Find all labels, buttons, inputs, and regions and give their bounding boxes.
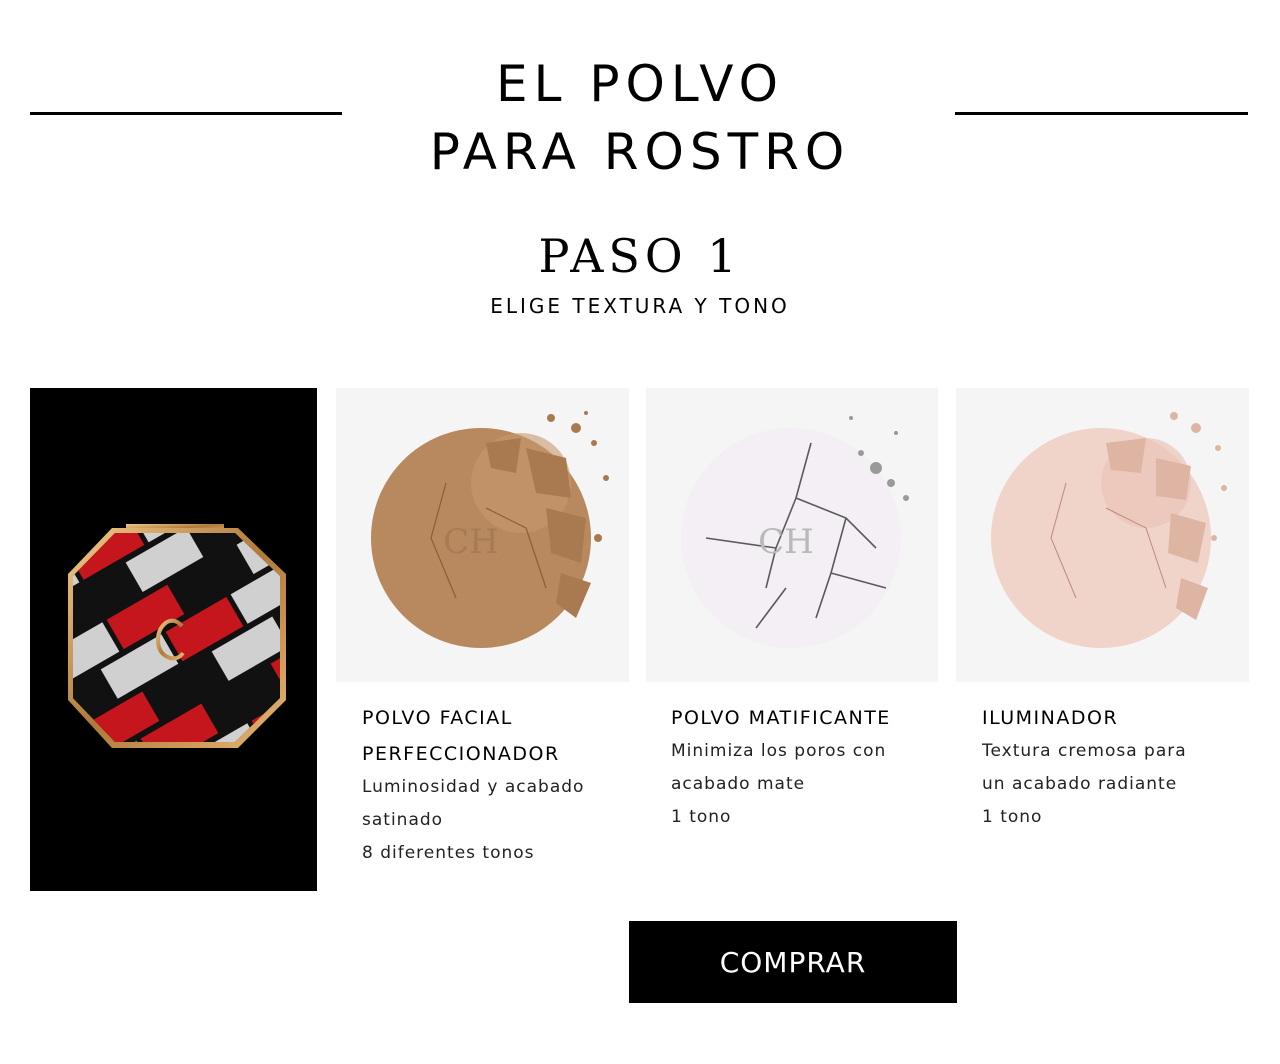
page-title-line-1: EL POLVO <box>496 55 784 113</box>
step-title: PASO 1 <box>538 229 742 283</box>
product-image-polvo-facial[interactable]: CH <box>336 388 629 682</box>
product-tones-polvo-facial: 8 diferentes tonos <box>362 843 535 863</box>
svg-text:CH: CH <box>758 522 814 562</box>
product-description-line-1: Luminosidad y acabado <box>362 777 585 797</box>
product-description-line-2: un acabado radiante <box>982 774 1178 794</box>
page-title-line-2: PARA ROSTRO <box>429 123 851 181</box>
page-title: EL POLVO PARA ROSTRO <box>340 50 940 186</box>
product-description-line-1: Textura cremosa para <box>982 741 1187 761</box>
compact-illustration <box>68 524 286 748</box>
product-description-line-2: acabado mate <box>671 774 806 794</box>
header-divider-left <box>30 112 342 115</box>
buy-button[interactable]: COMPRAR <box>629 921 957 1003</box>
product-title-line-1: POLVO FACIAL <box>362 707 513 729</box>
powder-swatch-tan: CH <box>371 411 609 648</box>
product-tones-iluminador: 1 tono <box>982 807 1043 827</box>
product-image-polvo-matificante[interactable]: CH <box>646 388 938 682</box>
product-title-line-2: PERFECCIONADOR <box>362 743 560 765</box>
compact-hero-image <box>30 388 317 891</box>
svg-text:CH: CH <box>443 522 499 562</box>
product-description-line-2: satinado <box>362 810 444 830</box>
product-image-iluminador[interactable] <box>956 388 1249 682</box>
step-subtitle: ELIGE TEXTURA Y TONO <box>490 294 790 318</box>
product-title-iluminador[interactable]: ILUMINADOR <box>982 700 1252 736</box>
product-description-iluminador: Textura cremosa para un acabado radiante <box>982 735 1232 801</box>
product-title-polvo-matificante[interactable]: POLVO MATIFICANTE <box>671 700 941 736</box>
product-description-polvo-facial: Luminosidad y acabado satinado <box>362 771 612 837</box>
product-description-line-1: Minimiza los poros con <box>671 741 887 761</box>
powder-swatch-pink <box>991 412 1227 648</box>
header-divider-right <box>955 112 1248 115</box>
product-description-polvo-matificante: Minimiza los poros con acabado mate <box>671 735 921 801</box>
powder-swatch-white: CH <box>681 416 909 648</box>
product-tones-polvo-matificante: 1 tono <box>671 807 732 827</box>
product-title-polvo-facial[interactable]: POLVO FACIAL PERFECCIONADOR <box>362 700 632 772</box>
